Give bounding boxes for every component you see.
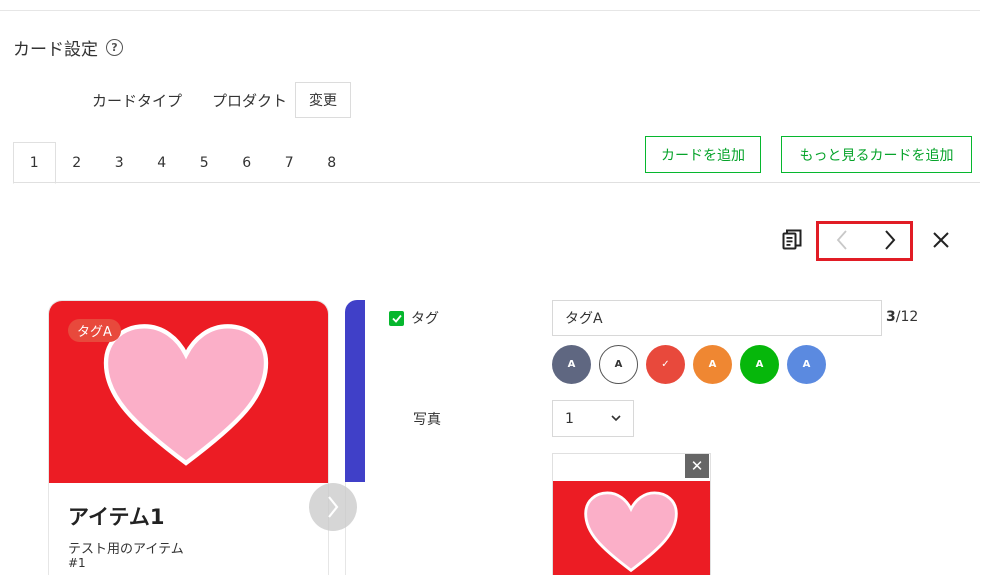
photo-remove-button[interactable]: ✕ [685, 454, 709, 478]
photo-select[interactable]: 1 [552, 400, 634, 437]
carousel-next-button[interactable] [309, 483, 357, 531]
add-card-button[interactable]: カードを追加 [645, 136, 761, 173]
card-type-value: プロダクト [212, 92, 288, 110]
swatch-orange[interactable]: A [693, 345, 732, 384]
chevron-right-icon[interactable] [882, 229, 898, 251]
copy-icon[interactable] [782, 229, 802, 251]
tag-checkbox[interactable] [389, 311, 404, 326]
card-navigation-highlight [816, 221, 913, 261]
add-more-card-button[interactable]: もっと見るカードを追加 [781, 136, 972, 173]
swatch-white[interactable]: A [599, 345, 638, 384]
tab-4[interactable]: 4 [141, 142, 184, 183]
section-title-text: カード設定 [13, 40, 98, 60]
tab-8[interactable]: 8 [311, 142, 354, 183]
swatch-slate[interactable]: A [552, 345, 591, 384]
swatch-blue[interactable]: A [787, 345, 826, 384]
card-preview: タグA アイテム1 テスト用のアイテム #1 [48, 300, 329, 575]
swatch-red-selected[interactable]: ✓ [646, 345, 685, 384]
tag-input[interactable] [552, 300, 882, 336]
chevron-right-icon [328, 496, 339, 518]
tab-6[interactable]: 6 [226, 142, 269, 183]
tag-label: タグ [411, 311, 439, 327]
close-icon[interactable] [932, 231, 950, 249]
tab-3[interactable]: 3 [98, 142, 141, 183]
question-circle-icon[interactable]: ? [106, 39, 123, 56]
photo-select-value: 1 [565, 410, 574, 427]
tag-char-counter: 3/12 [886, 309, 918, 325]
section-title: カード設定 ? [13, 35, 123, 60]
next-card-peek [345, 300, 365, 575]
tab-7[interactable]: 7 [268, 142, 311, 183]
check-icon [391, 314, 402, 323]
swatch-green[interactable]: A [740, 345, 779, 384]
heart-image [584, 491, 678, 573]
tab-5[interactable]: 5 [183, 142, 226, 183]
chevron-left-icon[interactable] [834, 229, 850, 251]
tag-char-count: 3 [886, 309, 896, 325]
tabs-divider [13, 182, 980, 183]
tag-char-max: /12 [895, 309, 919, 325]
card-tabs: 1 2 3 4 5 6 7 8 [13, 142, 354, 184]
card-title: アイテム1 [68, 505, 165, 529]
tab-1[interactable]: 1 [13, 142, 56, 184]
next-card-image [345, 300, 365, 482]
chevron-down-icon [611, 415, 621, 422]
tag-color-swatches: A A ✓ A A A [552, 345, 826, 384]
change-card-type-button[interactable]: 変更 [295, 82, 351, 118]
top-divider [0, 10, 980, 11]
photo-label: 写真 [413, 412, 441, 428]
card-tag-badge: タグA [68, 319, 121, 342]
tab-2[interactable]: 2 [56, 142, 99, 183]
card-type-label: カードタイプ [92, 92, 183, 110]
card-description: テスト用のアイテム [68, 542, 184, 557]
card-number: #1 [68, 556, 86, 570]
heart-image [103, 324, 269, 466]
photo-thumbnail-image [553, 481, 710, 575]
